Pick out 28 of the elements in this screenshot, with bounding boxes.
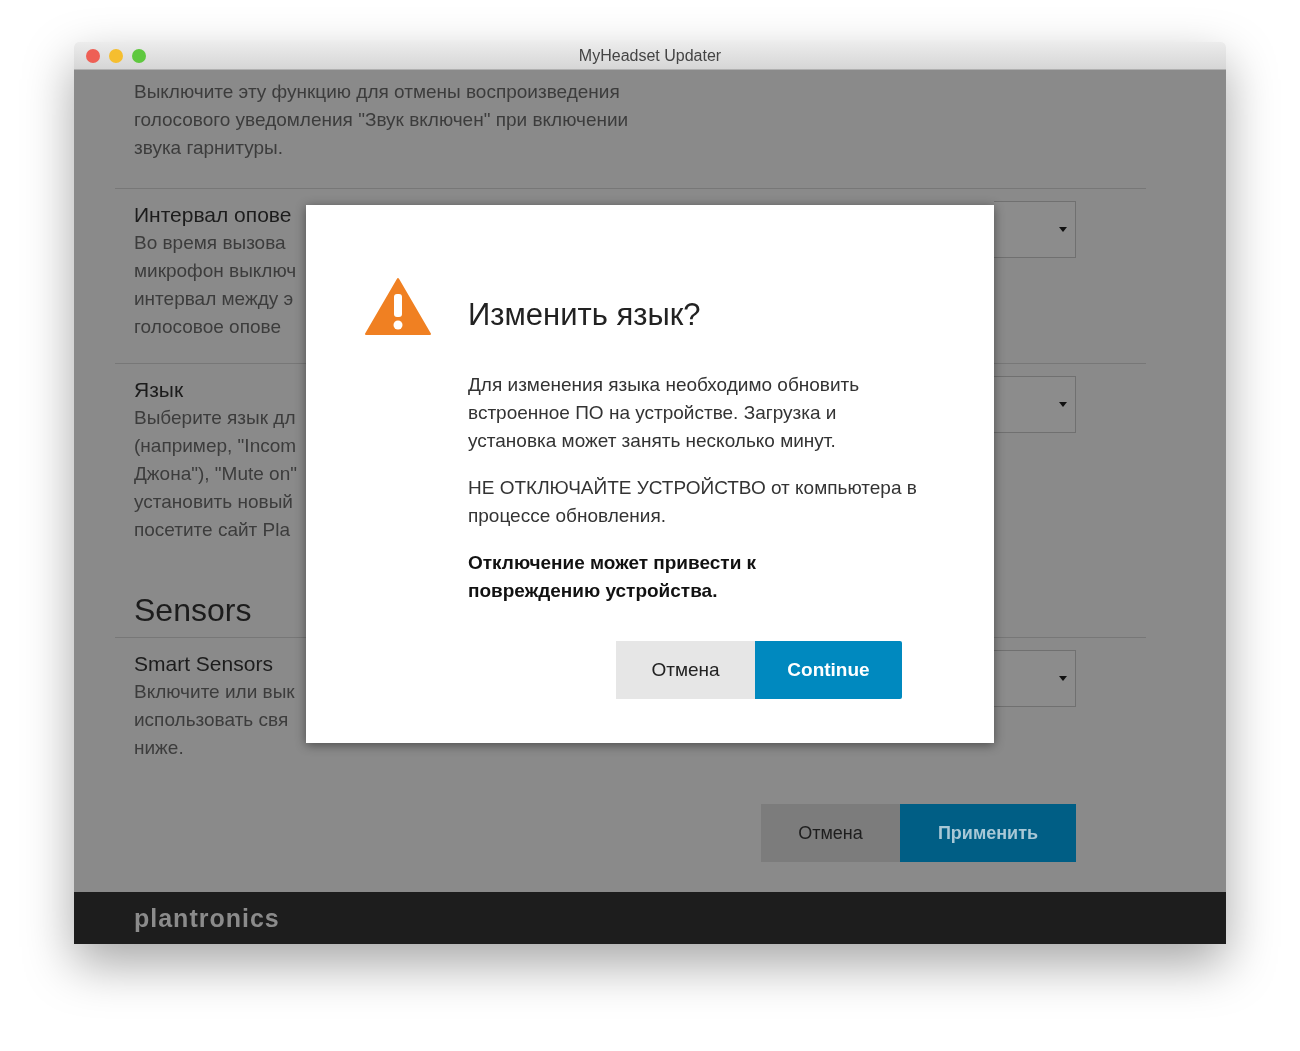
logo: plantronics [134, 903, 280, 933]
window-control-button[interactable] [86, 48, 100, 63]
section-heading: Sensors [134, 592, 252, 628]
dropdown[interactable] [994, 650, 1076, 707]
dialog-message: Для изменения языка необходимо обновить встроенное ПО на устройстве. Загрузка и установка может занять несколько минут. [468, 373, 861, 453]
setting-title: Язык [134, 377, 185, 403]
cancel-button[interactable]: Отмена [761, 804, 900, 862]
warning-icon [365, 277, 431, 335]
dialog-title: Изменить язык? [468, 297, 702, 333]
window-title: MyHeadset Updater [578, 46, 722, 64]
setting-title: Smart Sensors [134, 651, 274, 677]
caret-icon [1059, 676, 1067, 681]
caret-icon [1059, 402, 1067, 407]
window-control-button[interactable] [109, 48, 123, 63]
cancel-button[interactable]: Отмена [616, 641, 755, 699]
dropdown[interactable] [994, 201, 1076, 258]
caret-icon [1059, 227, 1067, 232]
continue-button[interactable]: Continue [755, 641, 902, 699]
setting-description: Включите или вык использовать свя ниже. [134, 680, 295, 760]
setting-description: Выберите язык дл (например, "Incom Джона"), "Mute on" установить новый посетите сайт Pla [134, 406, 297, 542]
setting-description: Во время вызова микрофон выключ интервал между э голосовое опове [134, 231, 297, 339]
setting-description: Выключите эту функцию для отмены воспроизведения голосового уведомления "Звук включен" при включении звука гарнитуры. [133, 80, 630, 160]
dialog-message: НЕ ОТКЛЮЧАЙТЕ УСТРОЙСТВО от компьютера в процессе обновления. [468, 476, 918, 528]
warning-text: Отключение может привести к повреждению устройства. [468, 551, 758, 603]
window-control-button[interactable] [132, 48, 146, 63]
setting-title: Интервал опове [134, 202, 293, 228]
apply-button[interactable]: Применить [900, 804, 1076, 862]
dropdown[interactable] [994, 376, 1076, 433]
